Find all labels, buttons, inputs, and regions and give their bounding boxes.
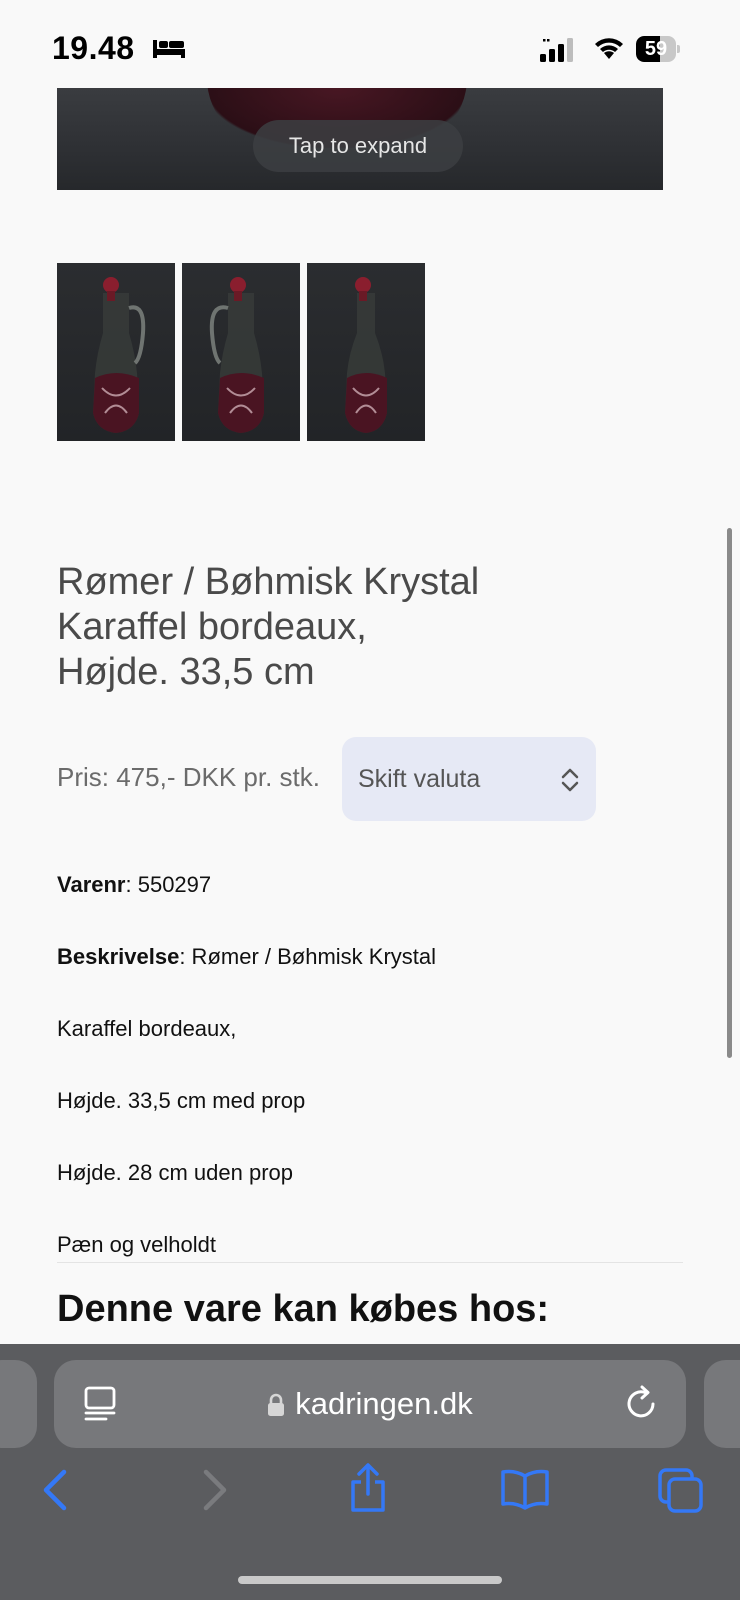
currency-select-label: Skift valuta — [358, 765, 481, 793]
item-number-value: : 550297 — [125, 872, 212, 897]
description-line: Karaffel bordeaux, — [57, 1016, 237, 1041]
product-title-line: Rømer / Bøhmisk Krystal — [57, 561, 480, 603]
back-icon[interactable] — [40, 1468, 70, 1512]
browser-nav-row — [0, 1463, 740, 1548]
thumbnail-2[interactable] — [182, 263, 300, 441]
share-icon[interactable] — [348, 1462, 388, 1514]
forward-icon[interactable] — [200, 1468, 230, 1512]
address-bar[interactable]: kadringen.dk — [54, 1360, 686, 1448]
description-value: : Rømer / Bøhmisk Krystal — [179, 944, 437, 969]
description-line: Højde. 33,5 cm med prop — [57, 1088, 306, 1113]
thumbnail-3[interactable] — [307, 263, 425, 441]
reload-icon[interactable] — [624, 1384, 660, 1422]
buy-heading: Denne vare kan købes hos: — [57, 1288, 550, 1330]
product-price: Pris: 475,- DKK pr. stk. — [57, 762, 320, 792]
status-time: 19.48 — [52, 30, 135, 66]
currency-select[interactable]: Skift valuta — [342, 737, 596, 821]
signal-icon — [540, 38, 573, 62]
bookmarks-icon[interactable] — [500, 1468, 550, 1510]
description-line: Pæn og velholdt — [57, 1232, 216, 1257]
browser-toolbar: kadringen.dk — [0, 1344, 740, 1600]
next-tab-preview[interactable] — [704, 1360, 740, 1448]
product-title: Rømer / Bøhmisk Krystal Karaffel bordeau… — [57, 560, 677, 695]
description-label: Beskrivelse — [57, 944, 180, 969]
thumbnail-1[interactable] — [57, 263, 175, 441]
item-number-label: Varenr — [57, 872, 126, 897]
tabs-icon[interactable] — [658, 1468, 704, 1514]
product-title-line: Højde. 33,5 cm — [57, 651, 315, 693]
url-text[interactable]: kadringen.dk — [295, 1386, 473, 1422]
description-line: Højde. 28 cm uden prop — [57, 1160, 294, 1185]
item-number: Varenr: 550297 — [57, 872, 211, 898]
description: Beskrivelse: Rømer / Bøhmisk Krystal — [57, 944, 436, 970]
product-title-line: Karaffel bordeaux, — [57, 606, 367, 648]
lock-icon — [268, 1393, 285, 1416]
wifi-icon — [595, 38, 623, 59]
battery-icon: 59 — [636, 36, 680, 62]
chevron-updown-icon — [561, 768, 579, 792]
scrollbar[interactable] — [727, 528, 732, 1058]
product-main-image[interactable]: Tap to expand — [57, 88, 663, 190]
divider — [57, 1262, 683, 1263]
bed-icon — [153, 40, 185, 58]
status-bar: 19.48 59 — [0, 0, 740, 88]
home-indicator[interactable] — [238, 1576, 502, 1584]
previous-tab-preview[interactable] — [0, 1360, 37, 1448]
tap-to-expand-button[interactable]: Tap to expand — [253, 120, 463, 172]
battery-level: 59 — [644, 38, 668, 60]
